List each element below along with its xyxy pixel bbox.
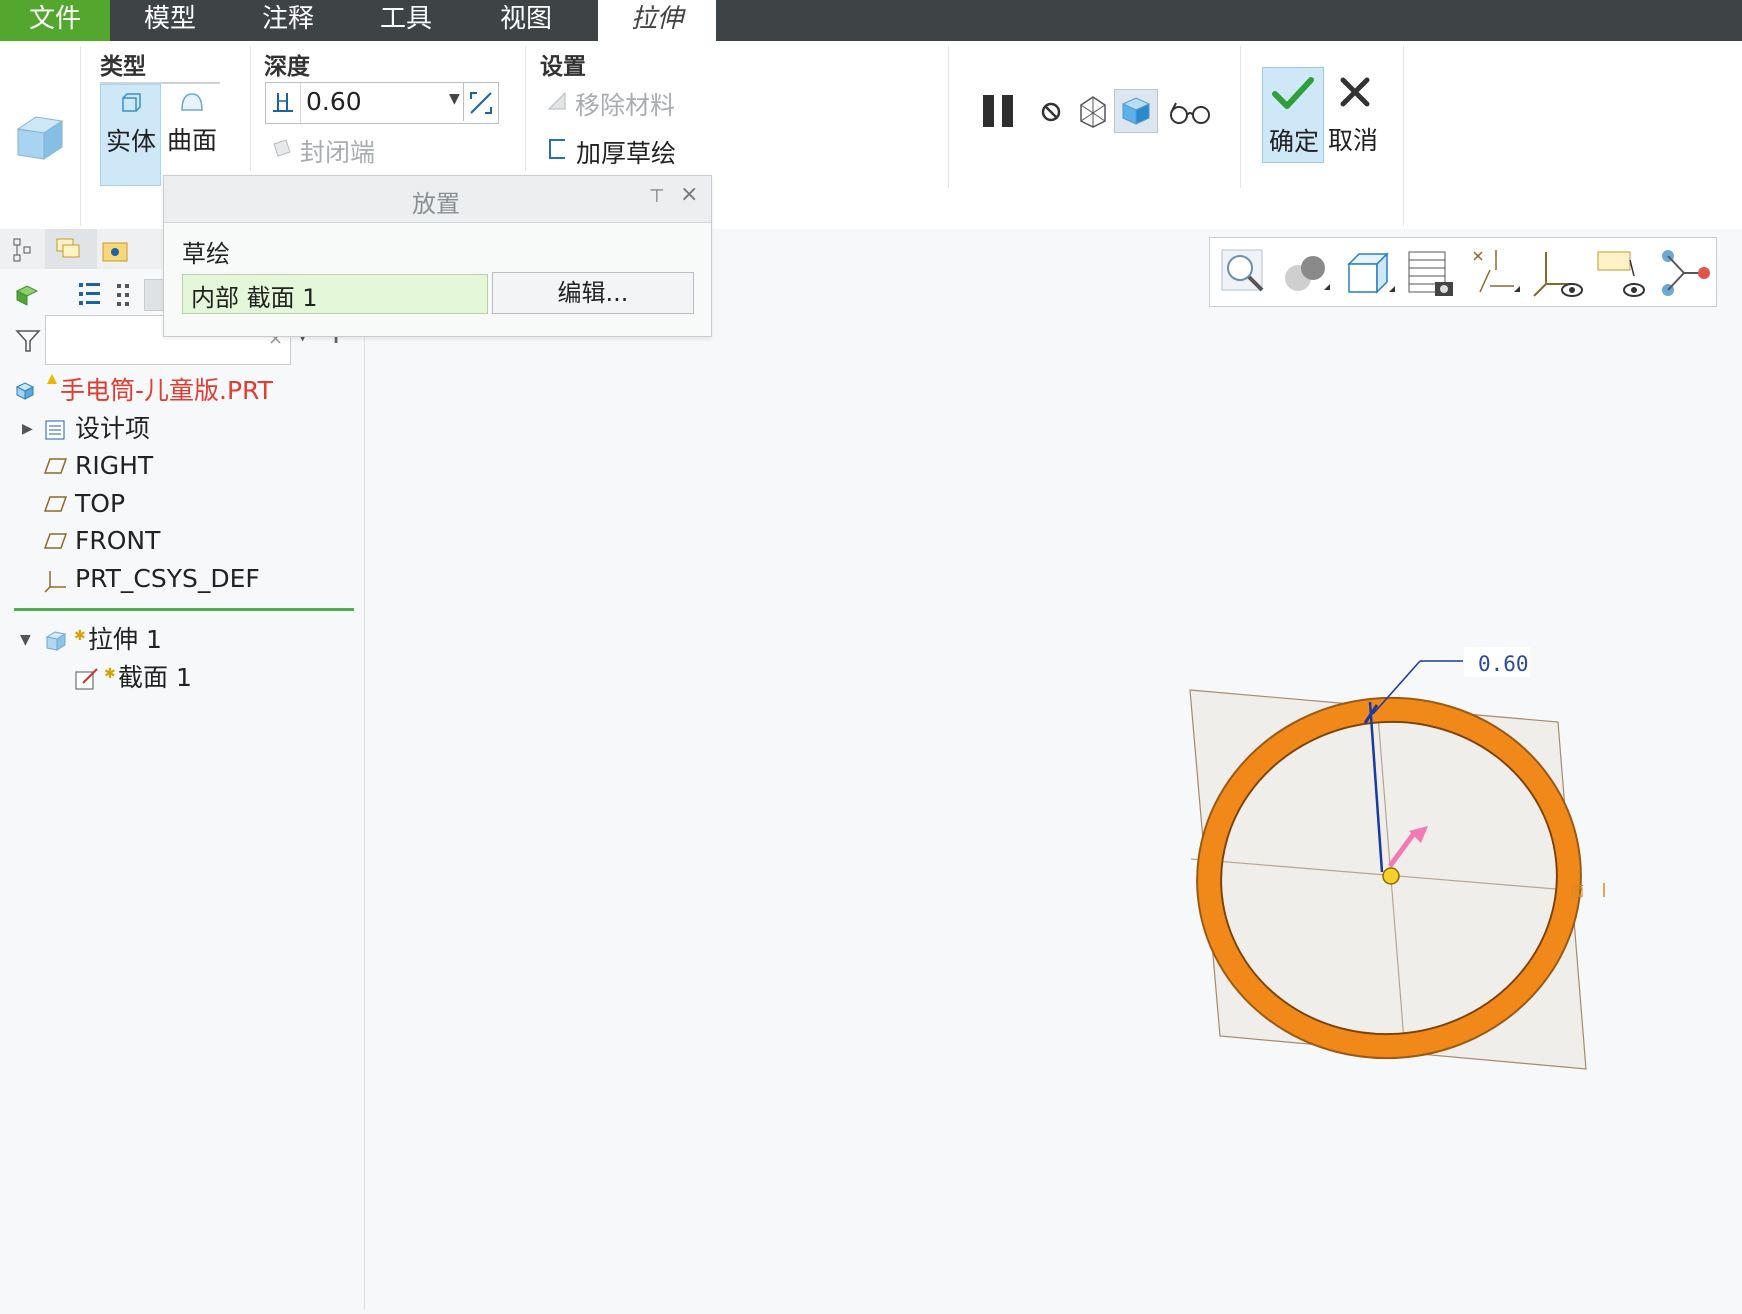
menu-file[interactable]: 文件 xyxy=(0,0,110,41)
csys-display-icon[interactable] xyxy=(1528,246,1588,302)
tree-columns-icon[interactable] xyxy=(115,281,131,309)
edit-sketch-button[interactable]: 编辑... xyxy=(492,272,694,314)
solid-label: 实体 xyxy=(106,127,157,156)
verify-glasses-icon[interactable] xyxy=(1168,99,1212,127)
checkmark-icon xyxy=(1272,77,1314,109)
filter-icon[interactable] xyxy=(14,327,42,355)
tree-item-label: 设计项 xyxy=(75,414,151,443)
settings-group-title: 设置 xyxy=(540,54,586,80)
graphics-toolbar xyxy=(1209,237,1717,307)
placement-panel: 放置 ⊤ × 草绘 内部 截面 1 编辑... xyxy=(163,175,712,337)
ok-button[interactable]: 确定 xyxy=(1262,67,1324,163)
saved-orientations-icon[interactable] xyxy=(1343,248,1397,298)
design-items-icon xyxy=(45,420,65,440)
annotation-display-icon[interactable] xyxy=(1594,246,1654,302)
new-feature-star-icon: ✱ xyxy=(74,628,86,644)
surface-label: 曲面 xyxy=(167,126,218,155)
expand-arrow-icon[interactable]: ▶ xyxy=(22,411,33,447)
solid-button[interactable]: 实体 xyxy=(100,84,161,186)
cancel-button[interactable]: 取消 xyxy=(1326,67,1386,161)
layers-icon xyxy=(56,238,80,258)
tree-settings-icon[interactable] xyxy=(77,279,103,309)
display-style-icon[interactable] xyxy=(1280,248,1334,298)
graphics-viewport[interactable]: 0.60 面 xyxy=(365,229,1742,1310)
drag-handle[interactable] xyxy=(1382,867,1400,885)
cancel-label: 取消 xyxy=(1328,126,1379,155)
tree-item-label: RIGHT xyxy=(75,451,154,480)
menu-bar: 文件 模型 注释 工具 视图 拉伸 xyxy=(0,0,1742,41)
solid-preview-icon xyxy=(1121,97,1151,125)
warning-icon xyxy=(47,374,57,384)
menu-extrude-tab[interactable]: 拉伸 xyxy=(598,0,716,41)
pin-icon[interactable]: ⊤ xyxy=(649,186,665,207)
tree-item-label: TOP xyxy=(75,489,126,518)
insert-here-line[interactable] xyxy=(14,608,354,611)
wireframe-preview-icon[interactable] xyxy=(1075,93,1111,129)
model-tree-tab-icon[interactable] xyxy=(12,237,34,263)
thicken-sketch-label[interactable]: 加厚草绘 xyxy=(576,134,676,170)
menu-model[interactable]: 模型 xyxy=(110,0,230,41)
close-panel-icon[interactable]: × xyxy=(680,182,698,207)
sketch-label: 草绘 xyxy=(182,240,230,268)
flip-direction-button[interactable] xyxy=(463,83,496,121)
thicken-sketch-icon xyxy=(549,139,565,159)
spin-center-icon[interactable] xyxy=(1658,246,1714,302)
sketch-collector-value: 内部 截面 1 xyxy=(191,284,318,312)
side-marker-text: 面 xyxy=(1570,884,1584,900)
menu-view[interactable]: 视图 xyxy=(466,0,586,41)
pause-icon[interactable] xyxy=(980,91,1020,131)
flip-direction-icon xyxy=(470,92,492,114)
tree-item-label: PRT_CSYS_DEF xyxy=(75,564,260,593)
solid-preview-button[interactable] xyxy=(1114,89,1158,133)
root-part-name: 手电筒-儿童版.PRT xyxy=(60,376,273,405)
depth-group-title: 深度 xyxy=(264,54,310,80)
extrude-icon xyxy=(45,631,67,651)
remove-material-label[interactable]: 移除材料 xyxy=(575,86,675,122)
remove-material-icon xyxy=(547,91,566,110)
sketch-collector[interactable]: 内部 截面 1 xyxy=(182,274,488,314)
zoom-icon[interactable] xyxy=(1220,248,1268,296)
layer-tab[interactable] xyxy=(45,229,97,269)
close-icon xyxy=(1340,77,1370,107)
collapse-arrow-icon[interactable]: ▼ xyxy=(20,622,31,658)
capped-ends-label[interactable]: 封闭端 xyxy=(300,133,375,169)
sketch-icon xyxy=(75,668,98,690)
menu-tools[interactable]: 工具 xyxy=(346,0,466,41)
blind-depth-icon xyxy=(273,93,293,112)
ok-label: 确定 xyxy=(1269,127,1320,156)
extrude-feature-icon xyxy=(16,116,64,160)
datum-plane-icon xyxy=(44,458,68,474)
no-preview-icon[interactable] xyxy=(1038,99,1064,125)
depth-dimension-text[interactable]: 0.60 xyxy=(1478,652,1529,676)
surface-button[interactable]: 曲面 xyxy=(162,84,222,184)
depth-value[interactable]: 0.60 xyxy=(306,87,362,116)
model-canvas[interactable]: 0.60 面 xyxy=(365,229,1742,1310)
placement-panel-title: 放置 xyxy=(412,190,460,218)
type-group-title: 类型 xyxy=(100,54,146,80)
part-icon xyxy=(15,382,35,400)
new-feature-star-icon: ✱ xyxy=(104,666,116,682)
show-icon[interactable] xyxy=(14,283,40,307)
datum-display-filters-icon[interactable] xyxy=(1468,246,1522,300)
coordinate-system-icon xyxy=(44,571,66,593)
sub-feature-label: 截面 1 xyxy=(118,663,192,692)
favorites-folder-icon[interactable] xyxy=(100,235,130,265)
datum-plane-icon xyxy=(44,496,68,512)
feature-label: 拉伸 1 xyxy=(88,625,162,654)
model-tree-panel: × ▼ + 手电筒-儿童版.PRT ▶ 设计项 RIGHT TOP xyxy=(0,229,365,1310)
datum-plane-icon xyxy=(44,533,68,549)
view-manager-icon[interactable] xyxy=(1405,248,1459,300)
capped-ends-icon xyxy=(273,139,291,157)
chevron-down-icon[interactable]: ▼ xyxy=(449,91,460,107)
surface-icon xyxy=(181,93,203,111)
menu-annotate[interactable]: 注释 xyxy=(230,0,346,41)
solid-icon xyxy=(122,93,141,112)
tree-item-label: FRONT xyxy=(75,526,161,555)
